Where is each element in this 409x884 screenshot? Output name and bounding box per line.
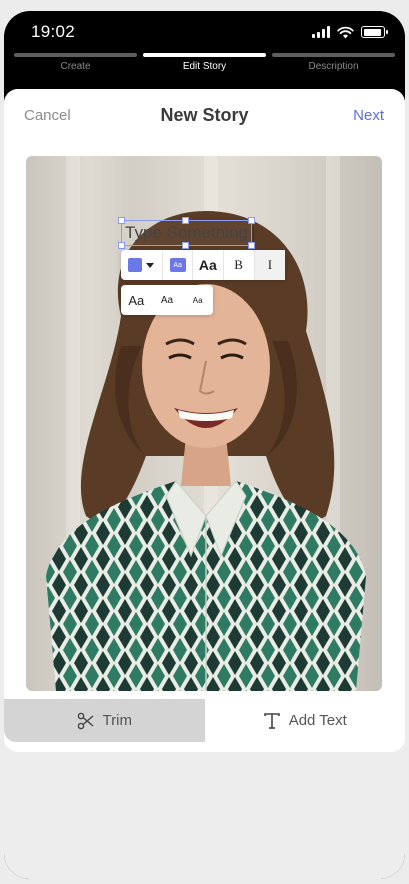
- color-swatch: [128, 258, 143, 272]
- text-placeholder: Type Something: [125, 223, 248, 242]
- resize-handle[interactable]: [248, 217, 255, 224]
- battery-icon: [361, 26, 388, 38]
- editor-sheet: Cancel New Story Next Type Something | A…: [4, 89, 405, 879]
- text-format-toolbar: Aa Aa B I: [121, 250, 285, 280]
- status-time: 19:02: [31, 22, 76, 41]
- wifi-icon: [337, 26, 354, 38]
- resize-handle[interactable]: [248, 242, 255, 249]
- step-label: Description: [308, 61, 359, 72]
- step-bar: [143, 53, 266, 57]
- step-bar: [272, 53, 395, 57]
- status-icons: [312, 24, 388, 40]
- font-size-toolbar: Aa Aa Aa: [121, 285, 213, 315]
- tab-trim-label: Trim: [102, 712, 132, 729]
- resize-handle[interactable]: [118, 242, 125, 249]
- step-label: Edit Story: [182, 61, 227, 72]
- editor-card: Cancel New Story Next Type Something | A…: [4, 89, 405, 752]
- size-small-button[interactable]: Aa: [182, 285, 213, 315]
- step-label: Create: [60, 61, 91, 72]
- next-button[interactable]: Next: [353, 107, 384, 124]
- story-photo[interactable]: Type Something | Aa Aa B I Aa Aa Aa: [26, 156, 382, 691]
- phone-screen: 19:02 Create Edit Story Description Canc…: [4, 11, 405, 879]
- size-medium-button[interactable]: Aa: [152, 285, 183, 315]
- caret-down-icon: [146, 262, 155, 268]
- status-bar: 19:02: [4, 11, 405, 53]
- tab-add-text[interactable]: Add Text: [204, 699, 405, 742]
- resize-handle[interactable]: [182, 242, 189, 249]
- size-large-button[interactable]: Aa: [121, 285, 152, 315]
- progress-steps: Create Edit Story Description: [14, 53, 395, 77]
- resize-handle[interactable]: [118, 217, 125, 224]
- edit-tabs: Trim Add Text: [4, 699, 405, 742]
- tab-trim[interactable]: Trim: [4, 699, 205, 742]
- step-bar: [14, 53, 137, 57]
- color-picker-button[interactable]: [121, 250, 163, 280]
- cellular-signal-icon: [312, 26, 330, 38]
- italic-button[interactable]: I: [254, 250, 285, 280]
- scissors-icon: [77, 712, 93, 729]
- text-icon: [263, 712, 280, 729]
- story-text-input[interactable]: Type Something |: [118, 217, 255, 249]
- bold-button[interactable]: B: [224, 250, 255, 280]
- header: Cancel New Story Next: [4, 89, 405, 144]
- step-create: Create: [14, 53, 137, 77]
- tab-add-text-label: Add Text: [288, 712, 347, 729]
- font-style-button[interactable]: Aa: [193, 250, 224, 280]
- highlight-icon: Aa: [169, 258, 186, 272]
- page-title: New Story: [160, 105, 249, 125]
- text-background-button[interactable]: Aa: [163, 250, 194, 280]
- step-description: Description: [272, 53, 395, 77]
- step-edit-story: Edit Story: [143, 53, 266, 77]
- resize-handle[interactable]: [182, 217, 189, 224]
